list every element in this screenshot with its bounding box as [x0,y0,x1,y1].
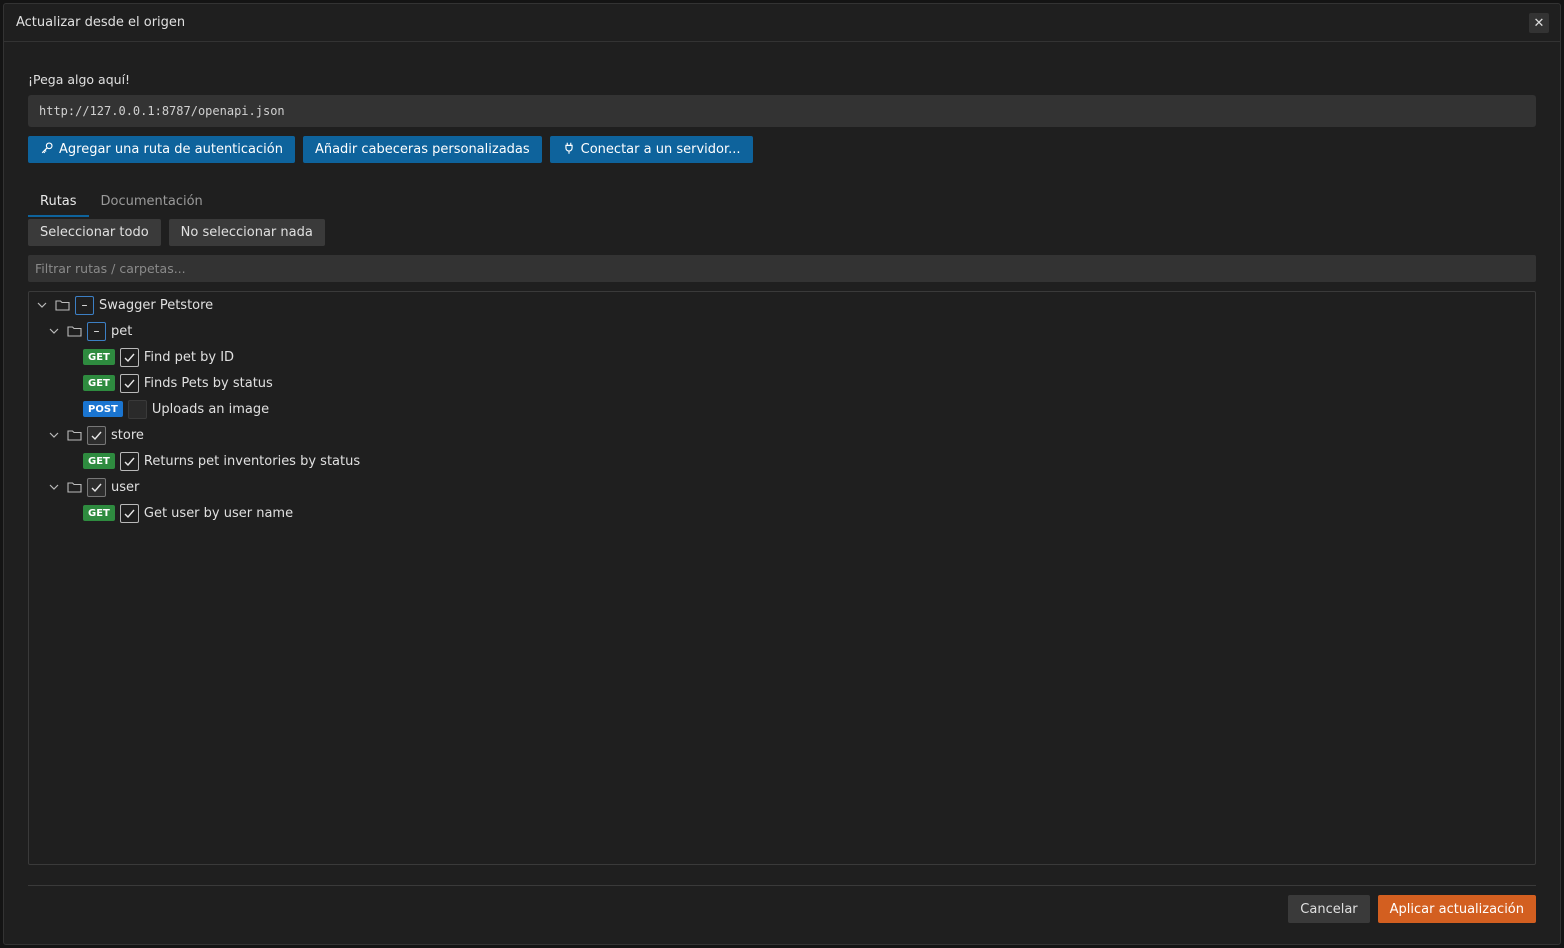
tree-root-label: Swagger Petstore [99,297,214,313]
route-row[interactable]: GET Find pet by ID [83,346,234,368]
folder-icon [54,298,70,312]
folder-label-store: store [111,427,144,443]
folder-label-user: user [111,479,140,495]
route-row[interactable]: POST Uploads an image [83,398,269,420]
route-checkbox[interactable] [119,347,139,367]
close-button[interactable]: ✕ [1529,13,1549,33]
footer-divider [28,885,1536,886]
chevron-down-icon[interactable] [47,324,61,338]
key-icon [40,141,54,159]
route-label: Get user by user name [143,505,294,521]
tab-routes[interactable]: Rutas [28,190,89,217]
filter-routes-input[interactable] [28,255,1536,282]
tab-documentation[interactable]: Documentación [89,190,215,217]
connect-server-label: Conectar a un servidor... [580,142,741,157]
dialog-title: Actualizar desde el origen [16,15,186,30]
route-row[interactable]: GET Get user by user name [83,502,293,524]
route-label: Find pet by ID [143,349,235,365]
method-badge-get: GET [83,453,115,469]
footer-button-row: Cancelar Aplicar actualización [1288,895,1536,923]
chevron-down-icon[interactable] [35,298,49,312]
folder-icon [66,428,82,442]
action-button-row: Agregar una ruta de autenticación Añadir… [28,136,753,163]
paste-label: ¡Pega algo aquí! [28,72,131,87]
connect-server-button[interactable]: Conectar a un servidor... [549,136,753,163]
route-checkbox[interactable] [119,373,139,393]
route-checkbox[interactable] [119,503,139,523]
method-badge-get: GET [83,505,115,521]
folder-row-pet[interactable]: – pet [47,320,132,342]
route-label: Finds Pets by status [143,375,273,391]
folder-checkbox-user[interactable] [87,477,106,497]
add-custom-headers-label: Añadir cabeceras personalizadas [314,142,530,157]
route-checkbox[interactable] [119,451,139,471]
folder-icon [66,480,82,494]
route-label: Returns pet inventories by status [143,453,361,469]
dialog-body: ¡Pega algo aquí! Agregar una ruta de aut… [28,42,1536,944]
tree-root-checkbox[interactable]: – [75,295,94,315]
route-row[interactable]: GET Returns pet inventories by status [83,450,360,472]
routes-tree: – Swagger Petstore – pet GET Find pet by… [28,291,1536,865]
route-row[interactable]: GET Finds Pets by status [83,372,273,394]
method-badge-get: GET [83,349,115,365]
cancel-button[interactable]: Cancelar [1288,895,1370,923]
folder-row-store[interactable]: store [47,424,144,446]
chevron-down-icon[interactable] [47,428,61,442]
select-none-button[interactable]: No seleccionar nada [168,219,325,246]
plug-icon [562,141,576,159]
add-auth-route-button[interactable]: Agregar una ruta de autenticación [28,136,295,163]
method-badge-get: GET [83,375,115,391]
tree-root-row[interactable]: – Swagger Petstore [35,294,213,316]
chevron-down-icon[interactable] [47,480,61,494]
folder-row-user[interactable]: user [47,476,139,498]
selection-button-row: Seleccionar todo No seleccionar nada [28,219,325,246]
apply-update-button[interactable]: Aplicar actualización [1377,895,1536,923]
add-custom-headers-button[interactable]: Añadir cabeceras personalizadas [302,136,542,163]
tab-bar: Rutas Documentación [28,190,215,217]
close-icon: ✕ [1533,15,1545,31]
update-from-source-dialog: Actualizar desde el origen ✕ ¡Pega algo … [3,3,1561,945]
route-label: Uploads an image [151,401,270,417]
folder-icon [66,324,82,338]
source-url-input[interactable] [28,95,1536,127]
method-badge-post: POST [83,401,123,417]
select-all-button[interactable]: Seleccionar todo [28,219,161,246]
folder-checkbox-pet[interactable]: – [87,321,106,341]
add-auth-route-label: Agregar una ruta de autenticación [59,142,283,157]
folder-checkbox-store[interactable] [87,425,106,445]
folder-label-pet: pet [111,323,133,339]
route-checkbox[interactable] [127,399,147,419]
dialog-titlebar: Actualizar desde el origen ✕ [4,4,1560,42]
